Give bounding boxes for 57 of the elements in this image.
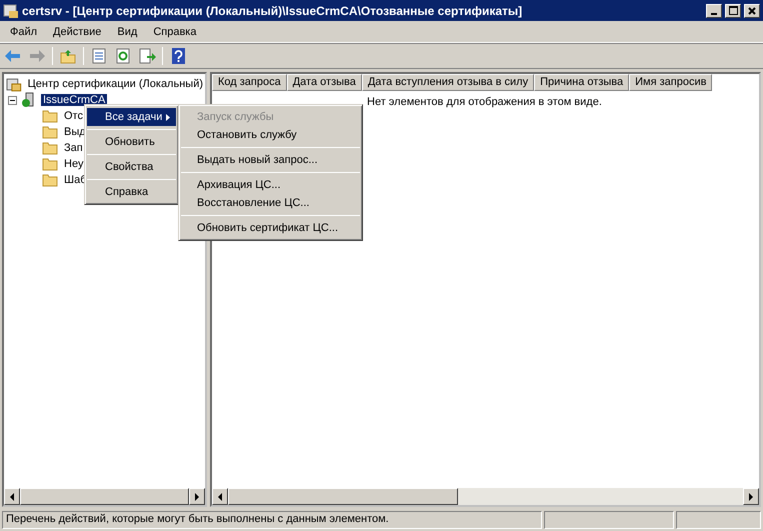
column-header[interactable]: Имя запросив xyxy=(629,74,712,91)
folder-up-icon[interactable] xyxy=(59,48,77,64)
minimize-button[interactable] xyxy=(706,4,722,18)
certificate-app-icon xyxy=(3,2,19,18)
close-button[interactable] xyxy=(744,4,760,18)
menu-bar-item[interactable]: Вид xyxy=(109,24,146,40)
scroll-right-button[interactable] xyxy=(189,488,205,505)
certificate-server-icon xyxy=(6,76,22,92)
scroll-thumb[interactable] xyxy=(20,488,189,505)
menu-item[interactable]: Свойства xyxy=(87,158,176,176)
tree-item[interactable]: IssueCrmCA xyxy=(41,94,108,106)
right-arrow-icon xyxy=(195,492,199,500)
menu-item[interactable]: Остановить службу xyxy=(181,126,360,144)
scroll-left-button[interactable] xyxy=(4,488,20,505)
scroll-right-button[interactable] xyxy=(743,488,759,505)
maximize-icon xyxy=(728,6,738,15)
maximize-button[interactable] xyxy=(725,4,741,18)
window-title: certsrv - [Центр сертификации (Локальный)\IssueCrmCA\Отозванные сертификаты] xyxy=(22,4,524,18)
horizontal-scrollbar[interactable] xyxy=(212,488,759,505)
menu-item[interactable]: Архивация ЦС... xyxy=(181,176,360,194)
empty-message: Нет элементов для отображения в этом виде. xyxy=(367,96,602,108)
refresh-icon[interactable] xyxy=(114,48,132,64)
close-icon xyxy=(748,6,756,14)
column-header[interactable]: Дата вступления отзыва в силу xyxy=(362,74,534,91)
column-header[interactable]: Дата отзыва xyxy=(286,74,362,91)
menu-item[interactable]: Обновить сертификат ЦС... xyxy=(181,219,360,237)
minimize-icon xyxy=(711,12,717,14)
collapse-toggle[interactable] xyxy=(8,96,17,104)
tree-item[interactable]: Зап xyxy=(62,142,85,154)
help-icon[interactable] xyxy=(169,48,187,64)
export-list-icon[interactable] xyxy=(138,48,156,64)
folder-icon xyxy=(42,124,58,140)
column-header[interactable]: Код запроса xyxy=(212,74,287,91)
folder-icon xyxy=(42,172,58,188)
menu-bar-item[interactable]: Справка xyxy=(145,24,204,40)
horizontal-scrollbar[interactable] xyxy=(4,488,205,505)
folder-icon xyxy=(42,156,58,172)
right-arrow-icon xyxy=(749,492,753,500)
column-header[interactable]: Причина отзыва xyxy=(534,74,630,91)
menu-item[interactable]: Справка xyxy=(87,183,176,201)
left-arrow-icon xyxy=(10,492,14,500)
folder-icon xyxy=(42,140,58,156)
menu-bar-item[interactable]: Файл xyxy=(2,24,46,40)
tree-item[interactable]: Отс xyxy=(62,110,85,122)
menu-item[interactable]: Обновить xyxy=(87,133,176,151)
scroll-thumb[interactable] xyxy=(228,488,458,505)
menu-item[interactable]: Восстановление ЦС... xyxy=(181,194,360,212)
tree-item[interactable]: Неу xyxy=(62,158,86,170)
menu-bar-item[interactable]: Действие xyxy=(45,24,110,40)
folder-icon xyxy=(42,108,58,124)
menu-item[interactable]: Выдать новый запрос... xyxy=(181,151,360,169)
left-arrow-icon xyxy=(218,492,222,500)
status-text: Перечень действий, которые могут быть выполнены с данным элементом. xyxy=(2,511,542,529)
properties-sheet-icon[interactable] xyxy=(90,48,108,64)
scroll-left-button[interactable] xyxy=(212,488,228,505)
tree-item[interactable]: Центр сертификации (Локальный) xyxy=(26,78,205,90)
menu-item[interactable]: Все задачи xyxy=(87,108,176,126)
